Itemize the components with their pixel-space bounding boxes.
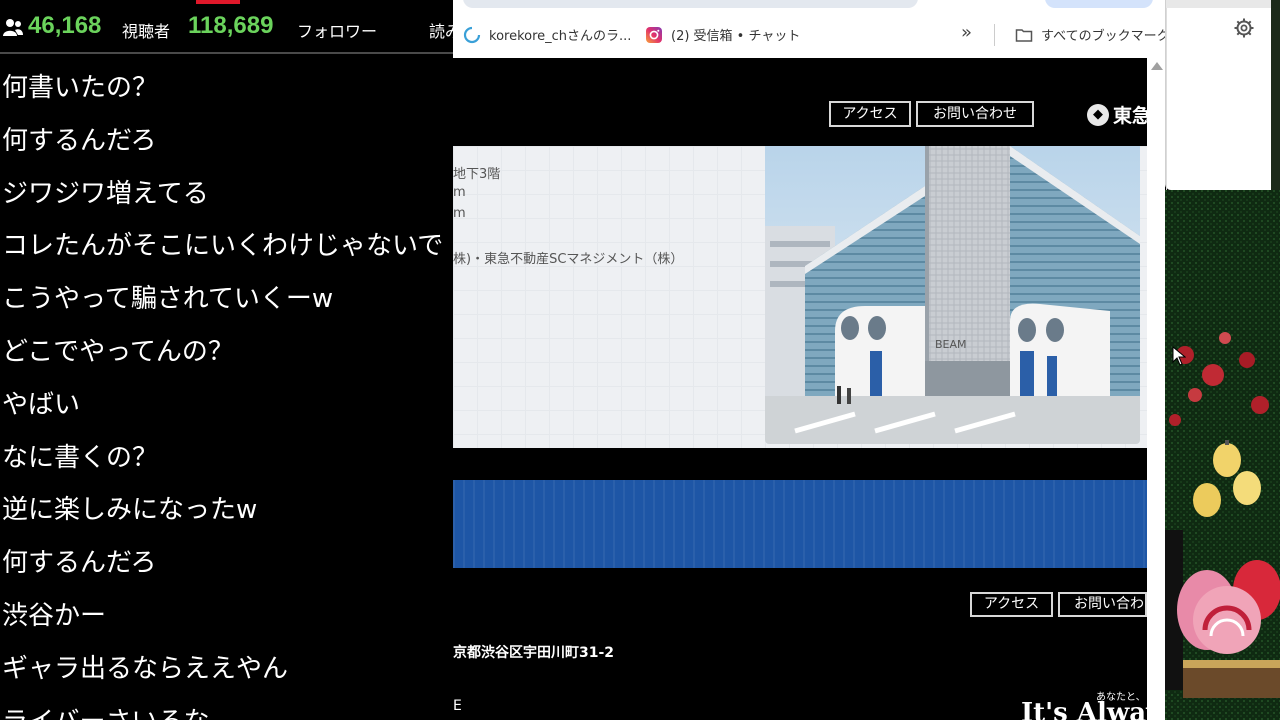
chat-message: ジワジワ増えてる <box>2 178 209 209</box>
stream-chat-panel: 46,168 視聴者 118,689 フォロワー 読み 何書いたの？ 何するんだ… <box>0 0 453 720</box>
bookmark-item-instagram[interactable]: (2) 受信箱 • チャット <box>645 25 800 44</box>
info-floor: 地下3階 <box>453 167 501 182</box>
game-capture-area <box>1165 190 1280 720</box>
chat-message: ライバーさいるな <box>0 696 453 720</box>
info-area-1: m <box>453 185 466 200</box>
footer-contact-button[interactable]: お問い合わ <box>1058 592 1147 617</box>
chat-message: 何するんだろ <box>2 125 157 156</box>
address-bar-edge[interactable] <box>463 0 918 8</box>
bookmarks-divider <box>994 24 995 46</box>
all-bookmarks-button[interactable]: すべてのブックマーク <box>1015 25 1165 44</box>
viewer-count: 46,168 <box>28 12 102 39</box>
mouse-cursor-icon <box>1172 346 1186 366</box>
info-area-2: m <box>453 206 466 221</box>
profile-button-edge[interactable] <box>1045 0 1153 8</box>
truncated-label: 読み <box>429 22 453 41</box>
twitch-icon <box>463 26 481 43</box>
info-management: 株)・東急不動産SCマネジメント（株） <box>453 252 684 267</box>
facility-address: 京都渋谷区宇田川町31-2 <box>453 645 615 661</box>
tab-strip <box>453 0 1165 10</box>
chat-message: コレたんがそこにいくわけじゃないで <box>2 231 444 262</box>
chat-message: 何書いたの？ <box>2 73 159 103</box>
game-scene-image <box>1165 190 1280 720</box>
building-photo-image: BEAM <box>765 146 1140 444</box>
bookmark-item-twitch[interactable]: korekore_chさんのラ... <box>463 25 631 44</box>
gear-icon[interactable] <box>1232 16 1256 40</box>
building-sign-text: BEAM <box>935 338 967 351</box>
chat-message: 逆に楽しみになったw <box>2 495 258 526</box>
chat-message: なに書くの？ <box>2 442 159 473</box>
follower-count-label: フォロワー <box>297 22 378 41</box>
web-page-content: アクセス お問い合わせ ◆ 東急 地下3階 m m 株)・東急不動産SCマネジメ… <box>453 58 1147 720</box>
blue-banner-image <box>453 480 1147 568</box>
chat-message: こうやって騙されていくーw <box>2 284 334 315</box>
access-button[interactable]: アクセス <box>829 101 911 127</box>
instagram-icon <box>646 26 662 43</box>
folder-icon <box>1015 28 1033 42</box>
browser-side-panel <box>1165 0 1272 190</box>
scroll-up-arrow-icon[interactable] <box>1151 62 1163 70</box>
all-bookmarks-label: すべてのブックマーク <box>1041 29 1165 44</box>
footer-mark: E <box>453 698 462 714</box>
game-capture-edge <box>1271 0 1280 190</box>
chat-message: 渋谷かー <box>2 600 107 631</box>
chat-message: やばい <box>2 389 81 420</box>
facility-info-section: 地下3階 m m 株)・東急不動産SCマネジメント（株） BEAM <box>453 146 1147 448</box>
side-panel-divider <box>1166 8 1167 190</box>
building-photo: BEAM <box>765 146 1140 444</box>
follower-count: 118,689 <box>188 12 274 39</box>
live-indicator-tab <box>196 0 240 4</box>
logo-text: 東急 <box>1113 105 1147 127</box>
stream-stats-bar: 46,168 視聴者 118,689 フォロワー 読み <box>0 0 453 54</box>
bookmark-label: (2) 受信箱 • チャット <box>671 29 801 44</box>
bookmarks-bar: korekore_chさんのラ... (2) 受信箱 • チャット » すべての… <box>453 10 1165 58</box>
viewer-count-label: 視聴者 <box>122 22 171 41</box>
chat-message-list: 何書いたの？ 何するんだろ ジワジワ増えてる コレたんがそこにいくわけじゃないで… <box>0 62 453 720</box>
footer-access-button[interactable]: アクセス <box>970 592 1053 617</box>
side-panel-header-band <box>1166 0 1272 8</box>
tokyu-logo[interactable]: ◆ 東急 <box>1087 101 1147 128</box>
contact-button[interactable]: お問い合わせ <box>916 101 1034 127</box>
page-scrollbar[interactable] <box>1147 58 1165 720</box>
bookmarks-overflow-button[interactable]: » <box>961 22 972 43</box>
chat-message: ギャラ出るならええやん <box>2 653 289 684</box>
chat-message: どこでやってんの？ <box>2 336 234 367</box>
viewers-icon <box>3 19 23 36</box>
bookmark-label: korekore_chさんのラ... <box>489 29 632 44</box>
chat-message: 何するんだろ <box>2 548 157 579</box>
brand-slogan: It's Always <box>1021 698 1147 720</box>
browser-window: korekore_chさんのラ... (2) 受信箱 • チャット » すべての… <box>453 0 1165 720</box>
tokyu-logo-mark-icon: ◆ <box>1087 103 1109 126</box>
